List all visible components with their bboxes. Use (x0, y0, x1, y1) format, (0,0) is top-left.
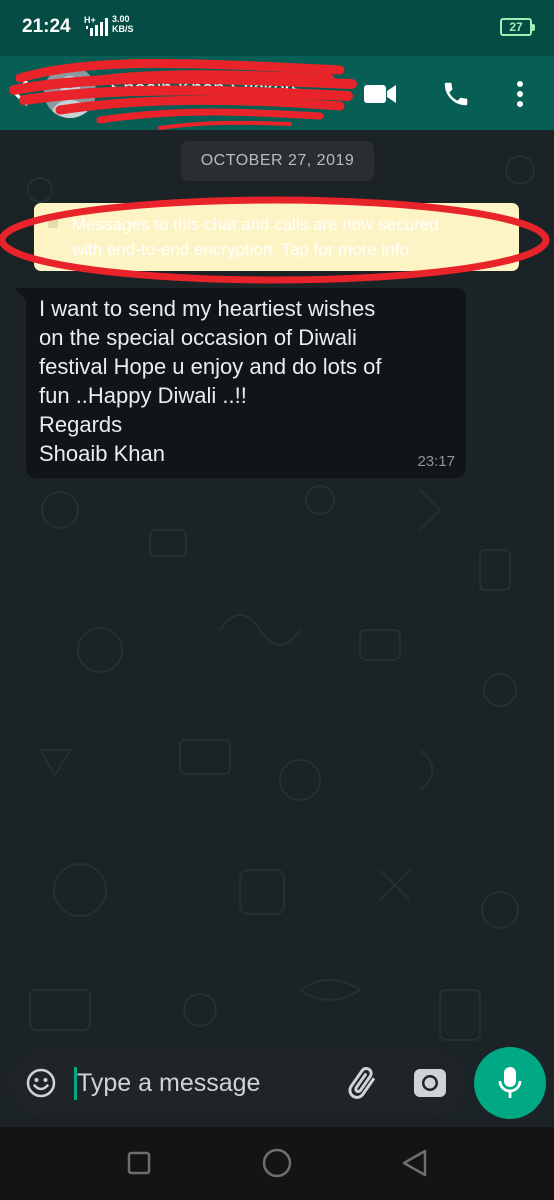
encryption-notice[interactable]: Messages to this chat and calls are now … (34, 203, 519, 271)
more-options-button[interactable] (500, 74, 540, 114)
speed-unit: KB/S (112, 24, 134, 34)
home-icon[interactable] (261, 1147, 293, 1179)
network-type: H+ (84, 15, 96, 25)
system-nav-bar (0, 1127, 554, 1200)
avatar-image (52, 76, 88, 118)
voice-call-button[interactable] (436, 74, 476, 114)
speed-value: 3.00 (112, 14, 130, 24)
message-line: Shoaib Khan (39, 441, 165, 466)
encryption-text-line1: Messages to this chat and calls are now … (72, 215, 439, 234)
lock-icon (48, 218, 58, 228)
back-arrow-icon[interactable] (8, 78, 36, 108)
battery-icon: 27 (500, 18, 535, 36)
voice-call-icon (444, 82, 468, 106)
date-divider: OCTOBER 27, 2019 (181, 141, 374, 181)
video-call-icon (364, 85, 396, 103)
recent-apps-icon[interactable] (123, 1147, 155, 1179)
message-line: I want to send my heartiest wishes (39, 296, 376, 321)
more-options-icon (517, 81, 523, 107)
back-icon[interactable] (399, 1147, 431, 1179)
message-line: festival Hope u enjoy and do lots of (39, 354, 382, 379)
voice-message-button[interactable] (474, 1047, 546, 1119)
avatar[interactable] (44, 66, 96, 118)
message-composer (9, 1049, 466, 1117)
attach-icon[interactable] (344, 1065, 384, 1103)
chat-header: Shoaib Khan Stickers (0, 56, 554, 130)
status-bar: 21:24 H+ 3.00 KB/S 27 (0, 0, 554, 56)
chat-area[interactable]: OCTOBER 27, 2019 Messages to this chat a… (0, 130, 554, 1125)
emoji-icon[interactable] (25, 1067, 57, 1099)
message-timestamp: 23:17 (417, 453, 455, 470)
contact-name[interactable]: Shoaib Khan Stickers (110, 78, 301, 101)
message-line: on the special occasion of Diwali (39, 325, 357, 350)
camera-icon[interactable] (413, 1066, 447, 1100)
message-line: fun ..Happy Diwali ..!! (39, 383, 247, 408)
video-call-button[interactable] (360, 74, 400, 114)
date-label: OCTOBER 27, 2019 (200, 152, 355, 169)
message-text: I want to send my heartiest wishes on th… (39, 294, 459, 468)
encryption-text-line2: with end-to-end encryption. Tap for more… (72, 240, 414, 259)
microphone-icon (498, 1067, 522, 1098)
message-line: Regards (39, 412, 123, 437)
status-time: 21:24 (22, 16, 71, 37)
network-speed: 3.00 KB/S (112, 14, 134, 34)
chat-wallpaper (27, 155, 535, 1116)
message-bubble[interactable]: I want to send my heartiest wishes on th… (14, 288, 466, 478)
bubble-tail (14, 288, 28, 302)
battery-level: 27 (509, 20, 523, 34)
message-input[interactable] (77, 1062, 317, 1104)
